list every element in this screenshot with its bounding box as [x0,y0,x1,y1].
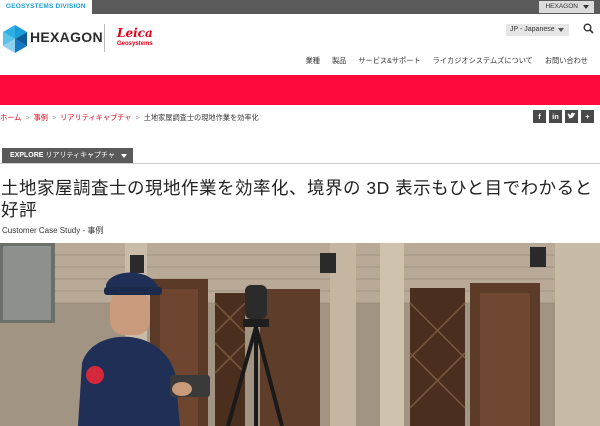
breadcrumb-home[interactable]: ホーム [0,113,21,122]
hexagon-menu-button[interactable]: HEXAGON [539,1,594,13]
breadcrumb-reality-capture[interactable]: リアリティキャプチャ [60,113,131,122]
breadcrumb-case-studies[interactable]: 事例 [34,113,48,122]
promo-banner[interactable] [0,75,600,105]
hexagon-logo-text[interactable]: HEXAGON [30,29,103,45]
site-header: HEXAGON Leica Geosystems JP - Japanese 業… [0,14,600,74]
nav-item-services-support[interactable]: サービス&サポート [358,56,420,66]
explore-label: リアリティキャプチャ [45,152,115,159]
page-title: 土地家屋調査士の現地作業を効率化、境界の 3D 表示もひと目でわかると好評 [1,178,593,220]
explore-dropdown[interactable]: EXPLORE リアリティキャプチャ [2,148,133,163]
main-navigation: 業種 製品 サービス&サポート ライカジオシステムズについて お問い合わせ [306,56,600,66]
hexagon-logo-icon[interactable] [2,24,28,54]
section-divider [0,163,600,164]
breadcrumb: ホーム > 事例 > リアリティキャプチャ > 土地家屋調査士の現地作業を効率化 [0,113,259,123]
hero-image [0,243,600,426]
chevron-down-icon [558,28,564,32]
division-label[interactable]: GEOSYSTEMS DIVISION [0,0,92,14]
nav-item-contact[interactable]: お問い合わせ [545,56,588,66]
search-icon[interactable] [583,23,594,34]
breadcrumb-separator: > [135,113,140,122]
top-utility-bar: GEOSYSTEMS DIVISION HEXAGON [0,0,600,14]
hero-photo-illustration [0,243,600,426]
breadcrumb-separator: > [51,113,57,122]
language-select-value: JP - Japanese [510,26,555,33]
leica-logo-text[interactable]: Leica [117,26,153,40]
logo-divider [104,24,105,52]
nav-item-about[interactable]: ライカジオシステムズについて [433,56,533,66]
hexagon-menu-label: HEXAGON [545,3,578,10]
article-category: Customer Case Study - 事例 [2,226,104,235]
facebook-icon[interactable]: f [533,110,546,123]
leica-logo-subtext: Geosystems [117,41,153,47]
share-plus-icon[interactable]: + [581,110,594,123]
social-share-bar: f in + [533,110,594,123]
nav-item-products[interactable]: 製品 [332,56,346,66]
chevron-down-icon [583,5,589,9]
breadcrumb-separator: > [25,113,30,122]
chevron-down-icon [120,154,127,158]
twitter-icon[interactable] [565,110,578,123]
language-select[interactable]: JP - Japanese [506,24,569,36]
linkedin-icon[interactable]: in [549,110,562,123]
explore-prefix: EXPLORE [10,152,44,159]
nav-item-industries[interactable]: 業種 [306,56,320,66]
breadcrumb-current: 土地家屋調査士の現地作業を効率化 [143,113,259,122]
